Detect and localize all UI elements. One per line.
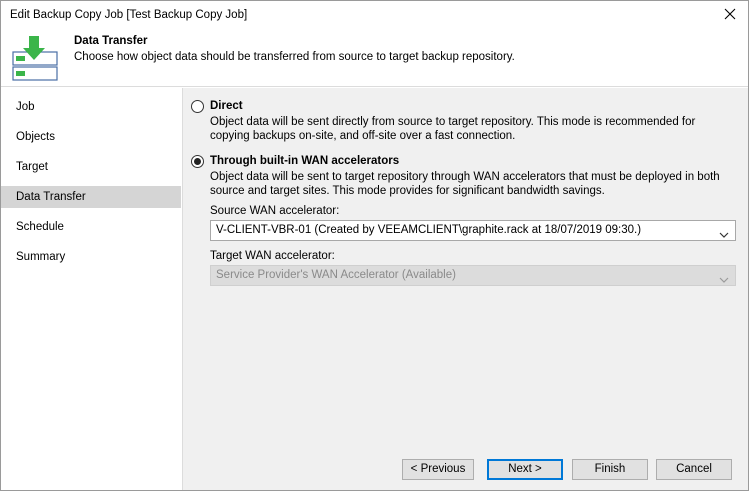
wizard-header: Data Transfer Choose how object data sho… [1,29,748,87]
dialog-window: Edit Backup Copy Job [Test Backup Copy J… [0,0,749,491]
step-description: Choose how object data should be transfe… [74,51,515,63]
source-wan-label: Source WAN accelerator: [210,205,340,217]
source-wan-select[interactable]: V-CLIENT-VBR-01 (Created by VEEAMCLIENT\… [210,220,736,241]
step-title: Data Transfer [74,35,148,47]
sidebar-item-schedule[interactable]: Schedule [1,216,181,238]
target-wan-select: Service Provider's WAN Accelerator (Avai… [210,265,736,286]
data-transfer-icon [12,34,60,82]
sidebar-item-job[interactable]: Job [1,96,181,118]
wan-label[interactable]: Through built-in WAN accelerators [210,155,399,167]
direct-description: Object data will be sent directly from s… [210,116,696,142]
next-button[interactable]: Next > [487,459,563,480]
target-wan-value: Service Provider's WAN Accelerator (Avai… [216,269,456,281]
title-bar: Edit Backup Copy Job [Test Backup Copy J… [1,1,748,29]
chevron-down-icon [719,227,729,238]
cancel-button[interactable]: Cancel [656,459,732,480]
target-wan-label: Target WAN accelerator: [210,250,335,262]
wizard-steps: Job Objects Target Data Transfer Schedul… [1,88,182,490]
sidebar-item-data-transfer[interactable]: Data Transfer [1,186,181,208]
previous-button[interactable]: < Previous [402,459,474,480]
sidebar-item-summary[interactable]: Summary [1,246,181,268]
sidebar-item-target[interactable]: Target [1,156,181,178]
direct-radio[interactable] [191,100,204,113]
direct-label[interactable]: Direct [210,100,243,112]
window-title: Edit Backup Copy Job [Test Backup Copy J… [10,9,248,21]
close-icon[interactable] [722,6,738,22]
wan-description: Object data will be sent to target repos… [210,171,720,197]
sidebar-item-objects[interactable]: Objects [1,126,181,148]
content-panel: Direct Object data will be sent directly… [182,88,748,490]
chevron-down-icon [719,272,729,283]
finish-button[interactable]: Finish [572,459,648,480]
source-wan-value: V-CLIENT-VBR-01 (Created by VEEAMCLIENT\… [216,224,642,236]
wan-radio[interactable] [191,155,204,168]
radio-selected-dot [194,158,201,165]
